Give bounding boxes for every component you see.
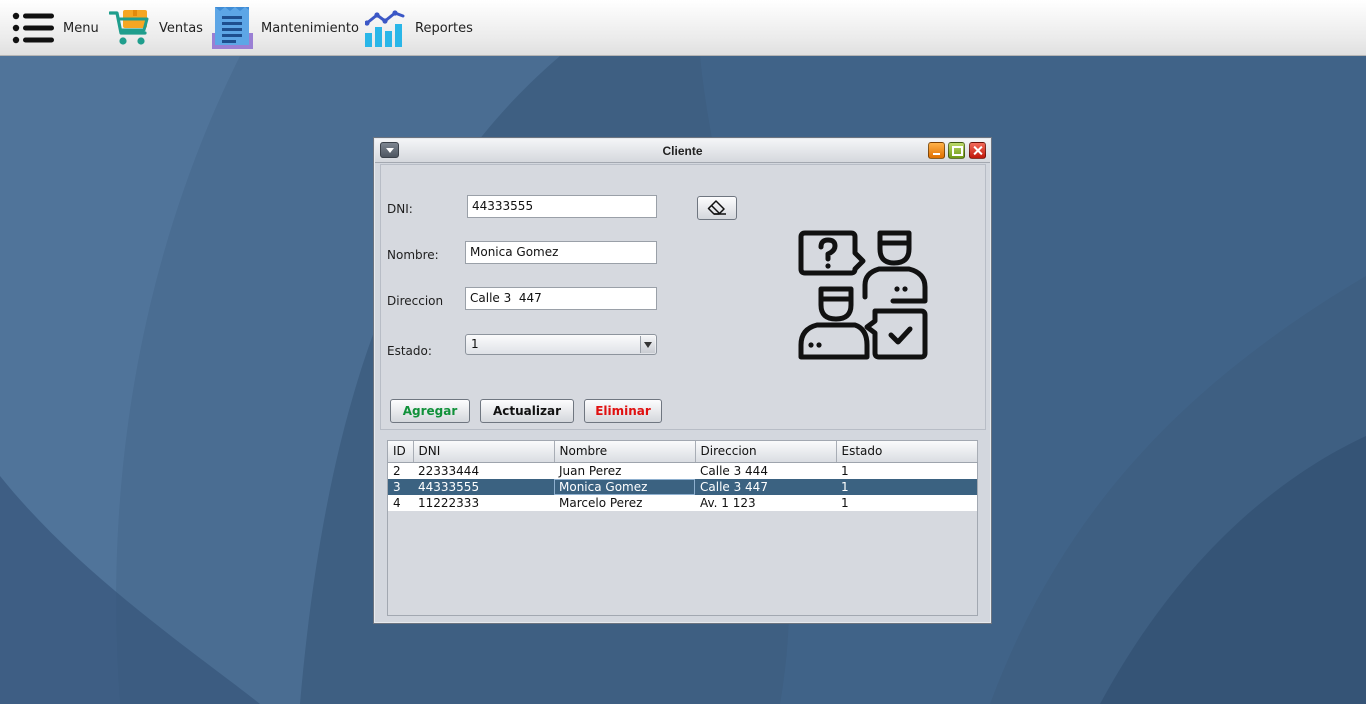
column-header-id[interactable]: ID (388, 441, 414, 463)
window-minimize-button[interactable] (928, 142, 945, 159)
eliminar-button[interactable]: Eliminar (584, 399, 662, 423)
table-row-selected[interactable]: 3 44333555 Monica Gomez Calle 3 447 1 (388, 478, 977, 495)
menu-item-label: Mantenimiento (261, 20, 359, 36)
shopping-cart-icon (109, 10, 149, 45)
menu-item-label: Ventas (159, 20, 203, 36)
menu-item-reportes[interactable]: Reportes (365, 0, 473, 56)
cliente-window: Cliente DNI: 44333555 Nombre: Monica Gom… (373, 137, 992, 624)
cell-id[interactable]: 4 (388, 494, 413, 511)
cell-estado[interactable]: 1 (836, 478, 977, 495)
table-row[interactable]: 4 11222333 Marcelo Perez Av. 1 123 1 (388, 494, 977, 511)
agregar-button[interactable]: Agregar (390, 399, 470, 423)
cell-nombre[interactable]: Monica Gomez (554, 478, 695, 495)
cell-direccion[interactable]: Calle 3 447 (695, 478, 836, 495)
menu-item-menu[interactable]: Menu (12, 0, 99, 56)
column-header-direccion[interactable]: Direccion (695, 441, 837, 463)
direccion-label: Direccion (387, 294, 444, 308)
chevron-down-icon[interactable] (640, 336, 655, 353)
table-row[interactable]: 2 22333444 Juan Perez Calle 3 444 1 (388, 462, 977, 479)
estado-selected-value: 1 (471, 337, 479, 351)
window-title: Cliente (662, 144, 703, 158)
bar-chart-icon (365, 10, 405, 47)
nombre-field[interactable]: Monica Gomez (465, 241, 657, 264)
eliminar-button-label: Eliminar (595, 404, 651, 418)
nombre-label: Nombre: (387, 248, 439, 262)
column-header-nombre[interactable]: Nombre (554, 441, 696, 463)
actualizar-button-label: Actualizar (492, 404, 561, 418)
cell-dni[interactable]: 44333555 (413, 478, 554, 495)
menu-item-label: Menu (63, 20, 99, 36)
cell-id[interactable]: 2 (388, 462, 413, 479)
menu-item-label: Reportes (415, 20, 473, 36)
cell-id[interactable]: 3 (388, 478, 413, 495)
menu-item-mantenimiento[interactable]: Mantenimiento (212, 0, 359, 56)
cell-nombre[interactable]: Marcelo Perez (554, 494, 695, 511)
cell-dni[interactable]: 22333444 (413, 462, 554, 479)
top-menu-bar: Menu Ventas Mantenimiento Reportes (0, 0, 1366, 56)
actualizar-button[interactable]: Actualizar (480, 399, 574, 423)
clear-form-button[interactable] (697, 196, 737, 220)
cell-direccion[interactable]: Calle 3 444 (695, 462, 836, 479)
cell-direccion[interactable]: Av. 1 123 (695, 494, 836, 511)
clientes-table-panel[interactable]: ID DNI Nombre Direccion Estado 2 2233344… (387, 440, 978, 616)
cell-nombre[interactable]: Juan Perez (554, 462, 695, 479)
dni-field[interactable]: 44333555 (467, 195, 657, 218)
hamburger-list-icon (12, 12, 54, 44)
window-close-button[interactable] (969, 142, 986, 159)
window-titlebar[interactable]: Cliente (375, 139, 990, 163)
agregar-button-label: Agregar (402, 404, 458, 418)
column-header-dni[interactable]: DNI (413, 441, 555, 463)
table-header-row: ID DNI Nombre Direccion Estado (388, 441, 978, 463)
clientes-table: ID DNI Nombre Direccion Estado 2 2233344… (388, 441, 978, 511)
customer-support-chat-icon (798, 230, 928, 360)
cell-estado[interactable]: 1 (836, 494, 977, 511)
column-header-estado[interactable]: Estado (836, 441, 978, 463)
window-maximize-button[interactable] (948, 142, 965, 159)
cell-dni[interactable]: 11222333 (413, 494, 554, 511)
cliente-form-panel: DNI: 44333555 Nombre: Monica Gomez Direc… (380, 164, 986, 430)
dni-label: DNI: (387, 202, 413, 216)
eraser-icon (707, 200, 726, 215)
document-list-icon (212, 7, 253, 49)
cell-estado[interactable]: 1 (836, 462, 977, 479)
estado-select[interactable]: 1 (465, 334, 657, 355)
direccion-field[interactable]: Calle 3 447 (465, 287, 657, 310)
estado-label: Estado: (387, 344, 432, 358)
menu-item-ventas[interactable]: Ventas (109, 0, 203, 56)
